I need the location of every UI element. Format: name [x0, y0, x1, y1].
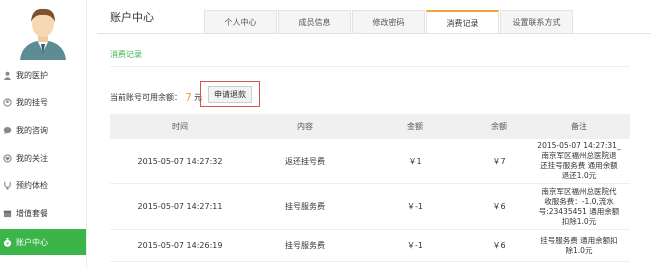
refund-highlight: 申请退款	[200, 81, 260, 107]
header-time: 时间	[110, 114, 250, 139]
sidebar-item-label: 预约体检	[16, 180, 48, 190]
sidebar: 我的医护 我的挂号 我的咨询 我的关注 预约体检 增值套餐 ¥ 账户中心	[0, 0, 87, 268]
tab-bar: 个人中心 成员信息 修改密码 消费记录 设置联系方式	[204, 10, 574, 34]
header-note: 备注	[528, 114, 630, 139]
sidebar-item-packages[interactable]: 增值套餐	[0, 201, 86, 225]
sidebar-item-label: 账户中心	[16, 237, 48, 247]
sidebar-item-my-care[interactable]: 我的医护	[0, 63, 86, 87]
sidebar-item-my-follow[interactable]: 我的关注	[0, 146, 86, 170]
cell-amount: ￥1	[360, 139, 470, 184]
cell-balance: ￥6	[470, 229, 528, 262]
sidebar-item-my-registration[interactable]: 我的挂号	[0, 90, 86, 114]
note-line: 南京军区福州总医院代	[541, 186, 617, 196]
sidebar-item-checkup[interactable]: 预约体检	[0, 173, 86, 197]
cell-note: 挂号服务费 通用余额扣 除1.0元	[528, 229, 630, 262]
sidebar-item-label: 我的挂号	[16, 97, 48, 107]
balance-info: 当前账号可用余额： 7 元	[110, 91, 202, 104]
balance-label: 当前账号可用余额：	[110, 93, 182, 102]
money-bag-icon: ¥	[2, 237, 12, 247]
cell-time: 2015-05-07 14:27:11	[110, 183, 250, 230]
heart-icon	[2, 153, 12, 163]
sidebar-item-my-consultation[interactable]: 我的咨询	[0, 118, 86, 142]
section-title: 消费记录	[110, 50, 142, 59]
user-icon	[2, 97, 12, 107]
cell-time: 2015-05-07 14:26:19	[110, 229, 250, 262]
tab-change-password[interactable]: 修改密码	[352, 10, 425, 33]
apply-refund-button[interactable]: 申请退款	[208, 85, 252, 103]
sidebar-item-label: 我的咨询	[16, 125, 48, 135]
cell-amount: ￥-1	[360, 229, 470, 262]
tab-contact-settings[interactable]: 设置联系方式	[500, 10, 573, 33]
cell-content: 挂号服务费	[250, 229, 360, 262]
balance-value: 7	[185, 91, 192, 104]
note-line: 南京军区福州总医院退	[541, 151, 617, 160]
svg-text:¥: ¥	[6, 241, 9, 247]
sidebar-item-account-center[interactable]: ¥ 账户中心	[0, 229, 86, 255]
tab-divider	[97, 33, 651, 34]
page-title: 账户中心	[110, 11, 154, 24]
header-amount: 金额	[360, 114, 470, 139]
note-line: 除1.0元	[565, 245, 593, 255]
table-row: 2015-05-07 14:27:32 返还挂号费 ￥1 ￥7 2015-05-…	[110, 139, 630, 184]
note-line: 扣除1.0元	[561, 216, 597, 226]
person-icon	[2, 70, 12, 80]
table-row: 2015-05-07 14:26:19 挂号服务费 ￥-1 ￥6 挂号服务费 通…	[110, 229, 630, 262]
cell-note: 南京军区福州总医院代 收服务费：-1.0,流水 号:23435451 通用余额 …	[528, 183, 630, 230]
note-line: 退还1.0元	[561, 171, 597, 180]
header-balance: 余额	[470, 114, 528, 139]
table-row: 2015-05-07 14:27:11 挂号服务费 ￥-1 ￥6 南京军区福州总…	[110, 183, 630, 230]
note-line: 号:23435451 通用余额	[538, 206, 620, 216]
note-line: 收服务费：-1.0,流水	[544, 196, 614, 206]
sidebar-item-label: 我的医护	[16, 70, 48, 80]
sidebar-item-label: 我的关注	[16, 153, 48, 163]
cell-note: 2015-05-07 14:27:31_ 南京军区福州总医院退 还挂号服务费 通…	[528, 139, 630, 184]
tab-personal-center[interactable]: 个人中心	[204, 10, 277, 33]
main-content: 账户中心 个人中心 成员信息 修改密码 消费记录 设置联系方式 消费记录 当前账…	[97, 0, 651, 268]
cell-balance: ￥6	[470, 183, 528, 230]
table-header-row: 时间 内容 金额 余额 备注	[110, 114, 630, 139]
avatar[interactable]	[10, 2, 76, 60]
note-line: 挂号服务费 通用余额扣	[540, 235, 618, 245]
cell-content: 挂号服务费	[250, 183, 360, 230]
cell-balance: ￥7	[470, 139, 528, 184]
package-icon	[2, 208, 12, 218]
sidebar-item-label: 增值套餐	[16, 208, 48, 218]
note-line: 还挂号服务费 通用余额	[540, 161, 618, 170]
tab-member-info[interactable]: 成员信息	[278, 10, 351, 33]
cell-amount: ￥-1	[360, 183, 470, 230]
tab-consumption-records[interactable]: 消费记录	[426, 10, 499, 34]
section-divider	[110, 66, 630, 67]
header-content: 内容	[250, 114, 360, 139]
chat-icon	[2, 125, 12, 135]
note-line: 2015-05-07 14:27:31_	[537, 141, 621, 150]
cell-content: 返还挂号费	[250, 139, 360, 184]
records-table: 时间 内容 金额 余额 备注 2015-05-07 14:27:32 返还挂号费…	[110, 114, 630, 262]
stethoscope-icon	[2, 180, 12, 190]
cell-time: 2015-05-07 14:27:32	[110, 139, 250, 184]
